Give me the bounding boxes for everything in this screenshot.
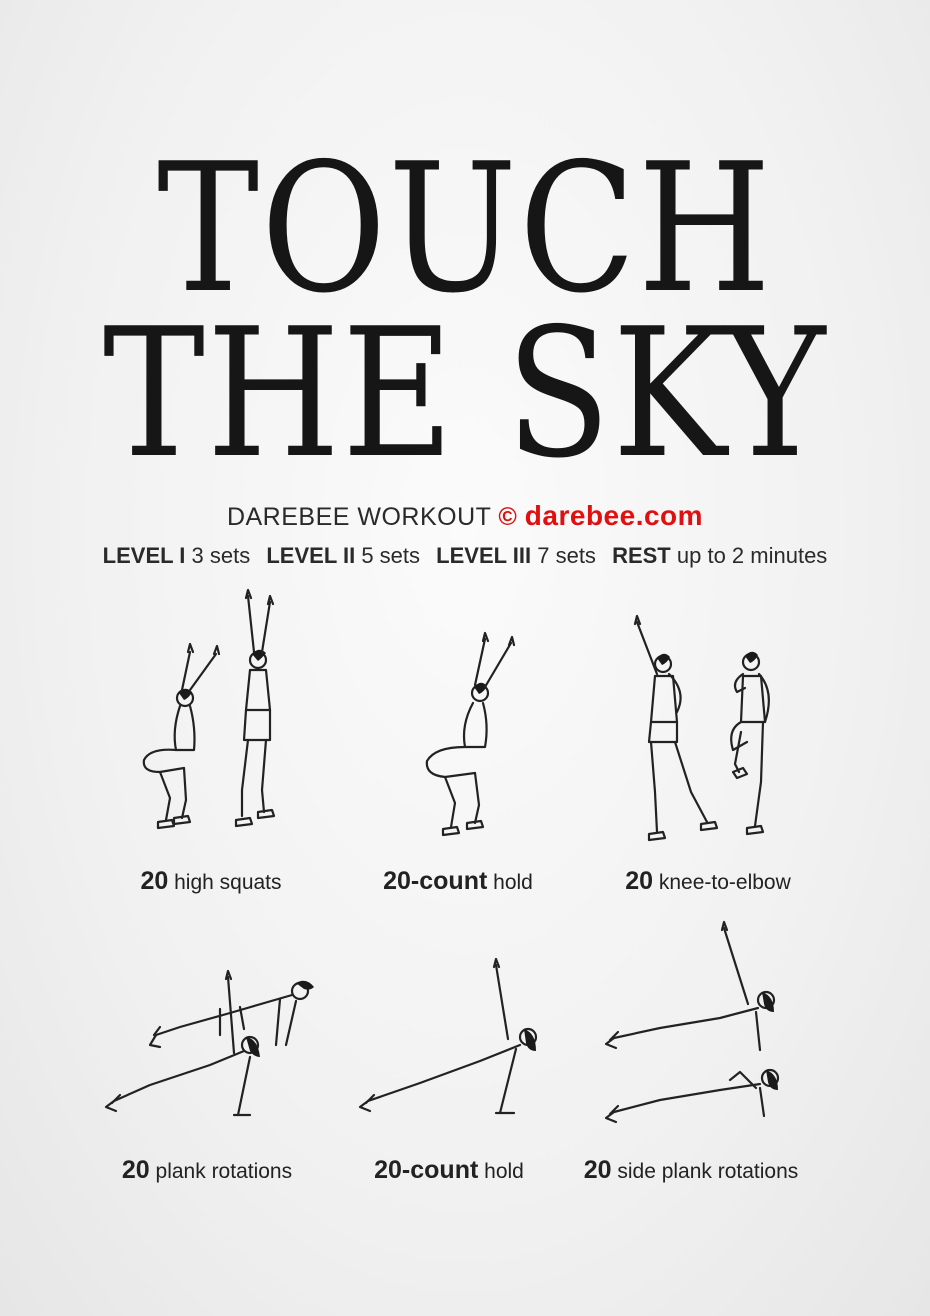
exercise-5-count: 20-count	[374, 1156, 479, 1184]
level-1-value: 3 sets	[191, 543, 251, 568]
copyright-icon: ©	[498, 503, 518, 531]
subtitle: DAREBEE WORKOUT © darebee.com	[0, 500, 930, 532]
level-2-label: LEVEL II	[266, 543, 356, 568]
level-1-label: LEVEL I	[102, 543, 186, 568]
exercise-6-count: 20	[583, 1156, 612, 1184]
exercise-label-4: 20 plank rotations	[67, 1156, 347, 1185]
exercise-label-6: 20 side plank rotations	[551, 1156, 831, 1185]
knee-to-elbow-figure	[615, 612, 795, 857]
exercise-label-1: 20 high squats	[71, 867, 351, 896]
exercise-3-name: knee-to-elbow	[658, 871, 791, 894]
exercise-label-3: 20 knee-to-elbow	[568, 867, 848, 896]
title-line-2: THE SKY	[102, 290, 828, 497]
exercise-2-count: 20-count	[383, 867, 488, 895]
exercise-1-name: high squats	[174, 871, 282, 894]
side-plank-rotations-figure	[600, 920, 790, 1135]
exercise-4-count: 20	[121, 1156, 150, 1184]
exercise-2-name: hold	[493, 871, 533, 894]
exercise-label-2: 20-count hold	[318, 867, 598, 896]
level-2-value: 5 sets	[361, 543, 421, 568]
high-squats-figure	[130, 588, 290, 845]
plank-rotations-figure	[100, 965, 330, 1130]
exercise-6-name: side plank rotations	[617, 1160, 799, 1183]
rest-value: up to 2 minutes	[676, 543, 828, 568]
squat-hold-figure	[415, 625, 535, 850]
exercise-label-5: 20-count hold	[309, 1156, 589, 1185]
site-link[interactable]: darebee.com	[525, 500, 703, 531]
exercise-1-count: 20	[140, 867, 169, 895]
brand-label: DAREBEE WORKOUT	[226, 503, 491, 531]
exercise-3-count: 20	[625, 867, 654, 895]
exercise-5-name: hold	[484, 1160, 524, 1183]
rest-label: REST	[612, 543, 671, 568]
exercise-4-name: plank rotations	[155, 1160, 293, 1183]
levels-line: LEVEL I 3 sets LEVEL II 5 sets LEVEL III…	[0, 543, 930, 569]
side-plank-hold-figure	[350, 955, 550, 1130]
level-3-value: 7 sets	[537, 543, 596, 568]
level-3-label: LEVEL III	[436, 543, 532, 568]
